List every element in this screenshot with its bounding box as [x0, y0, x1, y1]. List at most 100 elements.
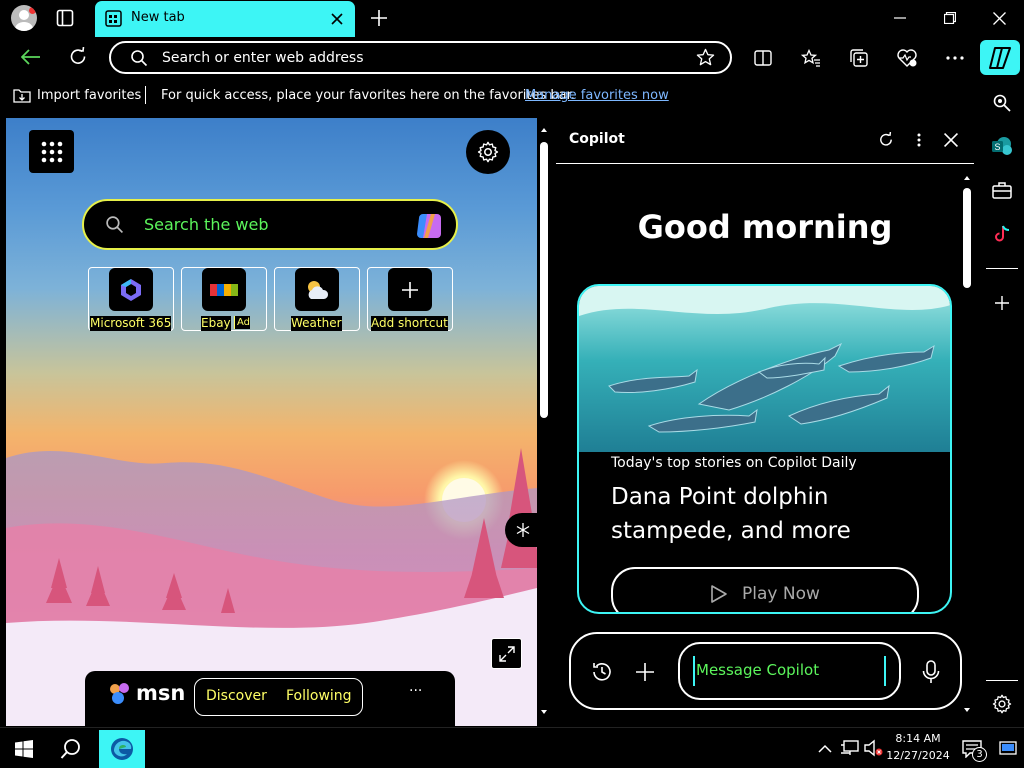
import-favorites-button[interactable]: Import favorites: [37, 88, 141, 103]
favorite-star-icon[interactable]: [696, 48, 715, 71]
message-input[interactable]: Message Copilot: [678, 642, 901, 700]
back-arrow-icon: [21, 49, 40, 65]
start-button[interactable]: [6, 732, 42, 766]
ebay-icon: [202, 268, 246, 311]
clock-time[interactable]: 8:14 AM: [891, 732, 945, 745]
add-sidebar-app-button[interactable]: [990, 291, 1014, 315]
show-hidden-icons-button[interactable]: [815, 738, 835, 758]
shortcut-label: Weather: [291, 316, 342, 331]
taskbar-search-button[interactable]: [53, 732, 89, 766]
microphone-button[interactable]: [917, 658, 945, 686]
weather-icon: [295, 268, 339, 311]
sidebar-rail: S: [980, 77, 1024, 727]
split-screen-button[interactable]: [752, 47, 774, 69]
expand-view-button[interactable]: [491, 638, 522, 669]
manage-favorites-link[interactable]: Manage favorites now: [525, 88, 669, 103]
more-menu-button[interactable]: [944, 47, 966, 69]
network-tray-icon[interactable]: [839, 738, 861, 758]
grid-icon: [41, 141, 62, 162]
feed-more-button[interactable]: ···: [409, 683, 422, 699]
tiktok-sidebar-button[interactable]: [990, 222, 1014, 246]
sharepoint-icon: S: [992, 137, 1012, 155]
page-scrollbar[interactable]: [537, 118, 551, 726]
minimize-icon: [894, 17, 906, 19]
refresh-chat-button[interactable]: [876, 130, 896, 150]
chat-history-button[interactable]: [589, 659, 615, 685]
maximize-button[interactable]: [940, 8, 960, 28]
shortcut-tile[interactable]: Ebay Ad: [181, 267, 267, 331]
add-shortcut-tile[interactable]: Add shortcut: [367, 267, 453, 331]
plus-icon: [388, 268, 432, 311]
address-bar[interactable]: Search or enter web address: [109, 41, 732, 74]
clock-date[interactable]: 12/27/2024: [885, 749, 951, 762]
text-cursor: [693, 656, 695, 686]
rail-divider: [986, 268, 1018, 269]
rail-divider: [986, 680, 1018, 681]
taskbar-edge-button[interactable]: [99, 730, 145, 768]
copilot-title: Copilot: [569, 131, 625, 147]
background-theme-button[interactable]: [505, 513, 537, 547]
tab-discover[interactable]: Discover: [206, 688, 267, 704]
back-button[interactable]: [20, 46, 42, 68]
profile-avatar[interactable]: [11, 5, 37, 31]
gear-icon: [992, 694, 1012, 714]
play-now-button[interactable]: Play Now: [611, 567, 919, 612]
favorites-icon: [801, 49, 820, 67]
tab-following[interactable]: Following: [286, 688, 352, 704]
play-now-label: Play Now: [742, 584, 820, 604]
restore-icon: [944, 12, 956, 24]
minimize-button[interactable]: [890, 8, 910, 28]
snowflake-icon: [516, 523, 530, 537]
copilot-scrollbar[interactable]: [960, 166, 974, 721]
input-caret-right: [884, 656, 886, 686]
shortcut-tile[interactable]: Microsoft 365: [88, 267, 174, 331]
show-desktop-button[interactable]: [997, 737, 1019, 759]
msn-feed-bar: msn Discover Following ···: [85, 671, 455, 726]
close-window-button[interactable]: [989, 8, 1009, 28]
refresh-button[interactable]: [67, 46, 89, 68]
sharepoint-sidebar-button[interactable]: S: [990, 134, 1014, 158]
address-input[interactable]: Search or enter web address: [162, 50, 364, 66]
microphone-icon: [922, 660, 940, 683]
apps-launcher-button[interactable]: [29, 130, 74, 173]
tab-actions-icon[interactable]: [55, 8, 75, 28]
dolphins-image: [579, 286, 950, 452]
copilot-more-button[interactable]: [909, 130, 929, 150]
sidebar-settings-button[interactable]: [990, 692, 1014, 716]
close-icon: [944, 133, 958, 147]
favorites-bar: Import favorites For quick access, place…: [0, 80, 980, 112]
action-center-button[interactable]: 3: [956, 734, 988, 764]
web-search-input[interactable]: Search the web: [144, 215, 268, 234]
tools-sidebar-button[interactable]: [990, 178, 1014, 202]
collections-icon: [850, 49, 868, 67]
copilot-daily-card[interactable]: Today's top stories on Copilot Daily Dan…: [577, 284, 952, 614]
history-icon: [593, 663, 611, 681]
web-search-box[interactable]: Search the web: [82, 199, 458, 250]
refresh-icon: [880, 132, 892, 146]
add-attachment-button[interactable]: [632, 659, 658, 685]
windows-logo-icon: [15, 740, 33, 758]
new-tab-button[interactable]: [369, 8, 389, 28]
search-sidebar-button[interactable]: [990, 91, 1014, 115]
msn-brand: msn: [136, 681, 186, 705]
browser-essentials-button[interactable]: [896, 47, 918, 69]
tab-new-tab[interactable]: New tab: [95, 1, 355, 37]
page-settings-button[interactable]: [466, 130, 510, 174]
chevron-up-icon: [818, 744, 832, 753]
plus-icon: [371, 10, 387, 26]
copilot-toggle-button[interactable]: [980, 40, 1020, 75]
close-copilot-button[interactable]: [941, 130, 961, 150]
close-tab-icon[interactable]: [329, 11, 345, 27]
copilot-search-icon[interactable]: [414, 211, 444, 245]
search-icon: [105, 215, 124, 238]
title-bar: New tab: [0, 0, 1024, 37]
toolbox-icon: [992, 182, 1012, 199]
gear-icon: [477, 141, 499, 163]
volume-tray-icon[interactable]: [862, 738, 884, 758]
ellipsis-icon: [946, 56, 964, 60]
collections-button[interactable]: [848, 47, 870, 69]
favorites-button[interactable]: [800, 47, 822, 69]
heart-pulse-icon: [897, 49, 917, 67]
favorites-divider: [145, 86, 146, 104]
shortcut-tile[interactable]: Weather: [274, 267, 360, 331]
